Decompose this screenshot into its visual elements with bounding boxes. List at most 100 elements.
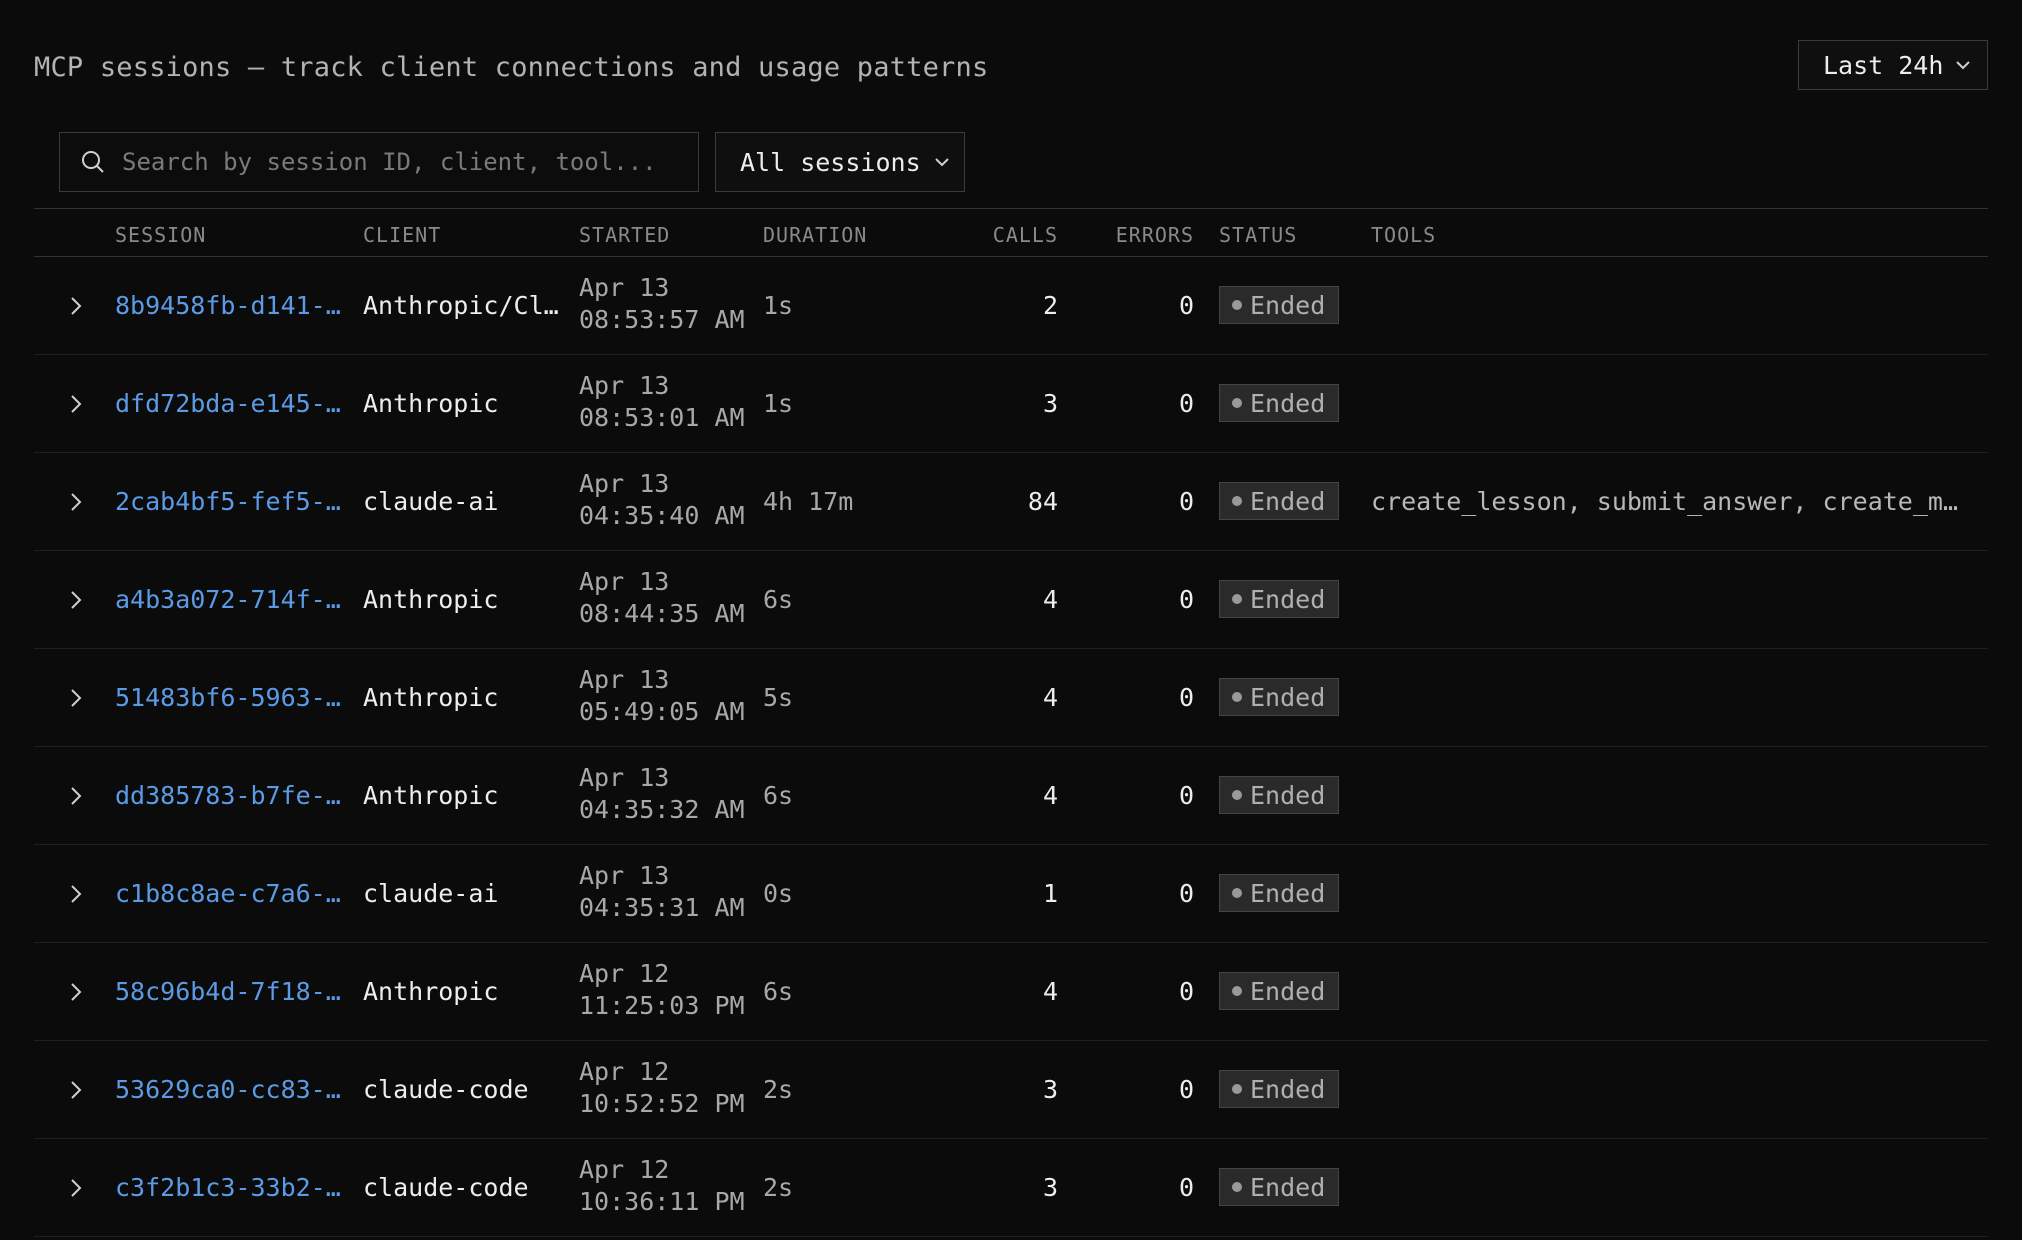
table-row[interactable]: 51483bf6-5963-… Anthropic Apr 13 05:49:0…: [34, 649, 1988, 747]
status-label: Ended: [1250, 486, 1326, 516]
started-date: Apr 13: [579, 567, 670, 596]
calls-count: 3: [1042, 389, 1058, 418]
table-row[interactable]: dd385783-b7fe-… Anthropic Apr 13 04:35:3…: [34, 747, 1988, 845]
search-icon: [82, 151, 104, 173]
started-time: Apr 13 04:35:32 AM: [579, 762, 745, 826]
session-id-link[interactable]: 58c96b4d-7f18-…: [115, 976, 341, 1007]
session-filter-select[interactable]: All sessions: [715, 132, 965, 192]
status-badge: Ended: [1219, 286, 1340, 324]
errors-count: 0: [1178, 781, 1194, 810]
table-row[interactable]: c3f2b1c3-33b2-… claude-code Apr 12 10:36…: [34, 1139, 1988, 1237]
started-date: Apr 13: [579, 665, 670, 694]
column-header-started[interactable]: STARTED: [579, 223, 670, 247]
client-name: Anthropic: [363, 389, 499, 418]
sessions-table: SESSION CLIENT STARTED DURATION CALLS ER…: [34, 208, 1988, 1237]
started-clock: 08:53:01 AM: [579, 403, 745, 432]
errors-count: 0: [1178, 487, 1194, 516]
search-box[interactable]: [59, 132, 699, 192]
table-header: SESSION CLIENT STARTED DURATION CALLS ER…: [34, 209, 1988, 257]
session-id-link[interactable]: c1b8c8ae-c7a6-…: [115, 878, 341, 909]
status-badge: Ended: [1219, 384, 1340, 422]
session-id-link[interactable]: c3f2b1c3-33b2-…: [115, 1172, 341, 1203]
column-header-calls[interactable]: CALLS: [924, 223, 1058, 247]
table-row[interactable]: c1b8c8ae-c7a6-… claude-ai Apr 13 04:35:3…: [34, 845, 1988, 943]
started-time: Apr 12 11:25:03 PM: [579, 958, 745, 1022]
search-input[interactable]: [120, 147, 684, 177]
status-dot-icon: [1232, 790, 1242, 800]
calls-count: 84: [1027, 487, 1058, 516]
chevron-right-icon[interactable]: [64, 294, 88, 318]
started-date: Apr 12: [579, 1155, 670, 1184]
session-id-link[interactable]: 2cab4bf5-fef5-…: [115, 486, 341, 517]
tools-list: create_lesson, submit_answer, create_mu…: [1371, 487, 1961, 516]
errors-count: 0: [1178, 1075, 1194, 1104]
duration: 5s: [763, 683, 794, 712]
chevron-right-icon[interactable]: [64, 1176, 88, 1200]
client-name: claude-code: [363, 1173, 529, 1202]
session-id-link[interactable]: 53629ca0-cc83-…: [115, 1074, 341, 1105]
duration: 6s: [763, 781, 794, 810]
started-time: Apr 13 05:49:05 AM: [579, 664, 745, 728]
status-label: Ended: [1250, 878, 1326, 908]
started-date: Apr 13: [579, 861, 670, 890]
chevron-right-icon[interactable]: [64, 1078, 88, 1102]
started-date: Apr 12: [579, 1057, 670, 1086]
status-badge: Ended: [1219, 678, 1340, 716]
status-badge: Ended: [1219, 1070, 1340, 1108]
column-header-tools[interactable]: TOOLS: [1371, 223, 1436, 247]
chevron-right-icon[interactable]: [64, 392, 88, 416]
table-row[interactable]: 58c96b4d-7f18-… Anthropic Apr 12 11:25:0…: [34, 943, 1988, 1041]
status-badge: Ended: [1219, 580, 1340, 618]
chevron-down-icon: [1956, 61, 1970, 70]
session-id-link[interactable]: a4b3a072-714f-…: [115, 584, 341, 615]
time-range-value: Last 24h: [1823, 50, 1944, 80]
started-time: Apr 13 04:35:31 AM: [579, 860, 745, 924]
column-header-status[interactable]: STATUS: [1219, 223, 1297, 247]
duration: 1s: [763, 389, 794, 418]
column-header-session[interactable]: SESSION: [115, 223, 206, 247]
client-name: Anthropic: [363, 585, 499, 614]
status-dot-icon: [1232, 496, 1242, 506]
column-header-duration[interactable]: DURATION: [763, 223, 867, 247]
started-clock: 10:36:11 PM: [579, 1187, 745, 1216]
errors-count: 0: [1178, 879, 1194, 908]
chevron-right-icon[interactable]: [64, 490, 88, 514]
started-time: Apr 12 10:36:11 PM: [579, 1154, 745, 1218]
client-name: Anthropic/Cl…: [363, 291, 559, 320]
errors-count: 0: [1178, 977, 1194, 1006]
status-label: Ended: [1250, 1074, 1326, 1104]
status-label: Ended: [1250, 290, 1326, 320]
table-row[interactable]: 2cab4bf5-fef5-… claude-ai Apr 13 04:35:4…: [34, 453, 1988, 551]
chevron-right-icon[interactable]: [64, 784, 88, 808]
session-id-link[interactable]: 8b9458fb-d141-…: [115, 290, 341, 321]
status-label: Ended: [1250, 976, 1326, 1006]
session-id-link[interactable]: dfd72bda-e145-…: [115, 388, 341, 419]
status-dot-icon: [1232, 398, 1242, 408]
session-id-link[interactable]: dd385783-b7fe-…: [115, 780, 341, 811]
client-name: Anthropic: [363, 781, 499, 810]
chevron-right-icon[interactable]: [64, 882, 88, 906]
table-row[interactable]: a4b3a072-714f-… Anthropic Apr 13 08:44:3…: [34, 551, 1988, 649]
table-row[interactable]: dfd72bda-e145-… Anthropic Apr 13 08:53:0…: [34, 355, 1988, 453]
chevron-right-icon[interactable]: [64, 980, 88, 1004]
time-range-select[interactable]: Last 24h: [1798, 40, 1988, 90]
client-name: claude-ai: [363, 487, 499, 516]
status-dot-icon: [1232, 692, 1242, 702]
session-id-link[interactable]: 51483bf6-5963-…: [115, 682, 341, 713]
chevron-right-icon[interactable]: [64, 686, 88, 710]
client-name: Anthropic: [363, 977, 499, 1006]
status-label: Ended: [1250, 584, 1326, 614]
calls-count: 2: [1042, 291, 1058, 320]
status-label: Ended: [1250, 780, 1326, 810]
column-header-client[interactable]: CLIENT: [363, 223, 441, 247]
chevron-right-icon[interactable]: [64, 588, 88, 612]
started-time: Apr 13 08:44:35 AM: [579, 566, 745, 630]
status-dot-icon: [1232, 300, 1242, 310]
client-name: claude-ai: [363, 879, 499, 908]
table-row[interactable]: 8b9458fb-d141-… Anthropic/Cl… Apr 13 08:…: [34, 257, 1988, 355]
started-time: Apr 12 10:52:52 PM: [579, 1056, 745, 1120]
table-row[interactable]: 53629ca0-cc83-… claude-code Apr 12 10:52…: [34, 1041, 1988, 1139]
status-badge: Ended: [1219, 972, 1340, 1010]
status-badge: Ended: [1219, 1168, 1340, 1206]
column-header-errors[interactable]: ERRORS: [1074, 223, 1194, 247]
